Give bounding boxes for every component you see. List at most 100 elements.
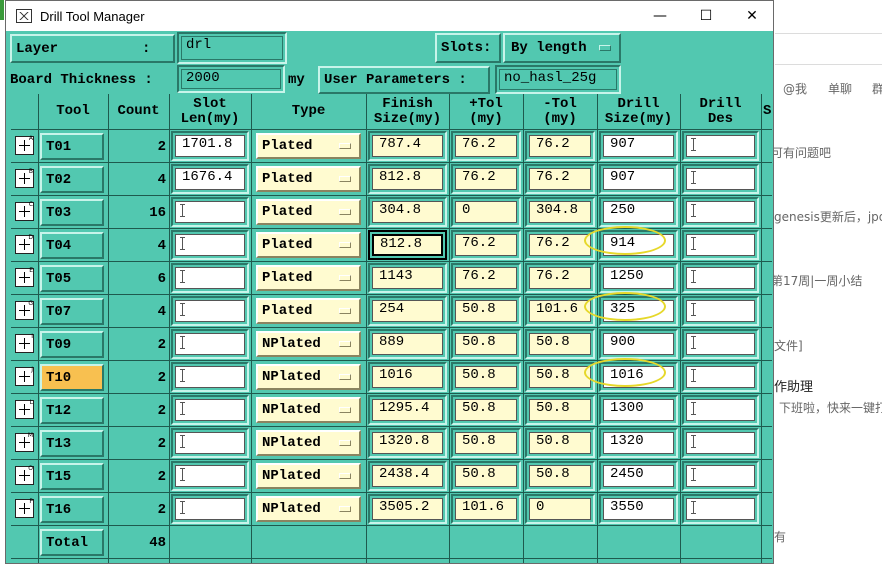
drill-des-input[interactable]: [686, 366, 755, 388]
minus-tol-input[interactable]: 76.2: [529, 168, 591, 190]
plus-tol-input[interactable]: 101.6: [455, 498, 517, 520]
slot-length-input[interactable]: [175, 399, 245, 421]
expand-icon[interactable]: A: [15, 136, 34, 155]
drill-size-input[interactable]: 250: [603, 201, 674, 223]
type-select[interactable]: NPlated: [256, 364, 361, 390]
minus-tol-input[interactable]: 76.2: [529, 234, 591, 256]
slot-length-input[interactable]: 1701.8: [175, 135, 245, 157]
finish-size-input[interactable]: 3505.2: [372, 498, 443, 520]
tool-button[interactable]: T12: [40, 397, 104, 424]
tool-button[interactable]: T07: [40, 298, 104, 325]
bg-tab-single[interactable]: 单聊: [828, 80, 852, 97]
type-select[interactable]: Plated: [256, 232, 361, 258]
minus-tol-input[interactable]: 76.2: [529, 135, 591, 157]
expand-icon[interactable]: B: [15, 169, 34, 188]
drill-des-input[interactable]: [686, 333, 755, 355]
tool-button[interactable]: T10: [40, 364, 104, 391]
expand-icon[interactable]: E: [15, 268, 34, 287]
minus-tol-input[interactable]: 50.8: [529, 333, 591, 355]
finish-size-input[interactable]: 889: [372, 333, 443, 355]
finish-size-input[interactable]: 1143: [372, 267, 443, 289]
plus-tol-input[interactable]: 76.2: [455, 135, 517, 157]
minus-tol-input[interactable]: 50.8: [529, 432, 591, 454]
minus-tol-input[interactable]: 101.6: [529, 300, 591, 322]
type-select[interactable]: Plated: [256, 298, 361, 324]
drill-size-input[interactable]: 907: [603, 168, 674, 190]
minus-tol-input[interactable]: 50.8: [529, 366, 591, 388]
finish-size-input[interactable]: 812.8: [372, 168, 443, 190]
tool-button[interactable]: T05: [40, 265, 104, 292]
slots-select[interactable]: By length: [503, 33, 621, 63]
expand-icon[interactable]: L: [15, 400, 34, 419]
drill-size-input[interactable]: 3550: [603, 498, 674, 520]
drill-size-input[interactable]: 2450: [603, 465, 674, 487]
plus-tol-input[interactable]: 50.8: [455, 333, 517, 355]
plus-tol-input[interactable]: 76.2: [455, 267, 517, 289]
drill-size-input[interactable]: 900: [603, 333, 674, 355]
slot-length-input[interactable]: [175, 234, 245, 256]
tool-button[interactable]: T13: [40, 430, 104, 457]
bg-contact-assistant[interactable]: 作助理: [774, 376, 813, 395]
finish-size-input[interactable]: 787.4: [372, 135, 443, 157]
user-parameters-button[interactable]: User Parameters :: [318, 66, 490, 94]
plus-tol-input[interactable]: 50.8: [455, 432, 517, 454]
tool-button[interactable]: T01: [40, 133, 104, 160]
drill-size-input[interactable]: 1250: [603, 267, 674, 289]
board-thickness-field[interactable]: 2000: [181, 69, 281, 89]
minus-tol-input[interactable]: 50.8: [529, 465, 591, 487]
type-select[interactable]: Plated: [256, 133, 361, 159]
minimize-button[interactable]: —: [637, 1, 683, 31]
drill-des-input[interactable]: [686, 135, 755, 157]
tool-button[interactable]: T15: [40, 463, 104, 490]
bg-tab-group[interactable]: 群: [872, 80, 882, 97]
finish-size-input[interactable]: 254: [372, 300, 443, 322]
drill-des-input[interactable]: [686, 234, 755, 256]
expand-icon[interactable]: J: [15, 367, 34, 386]
expand-icon[interactable]: C: [15, 202, 34, 221]
bg-tab-mentions[interactable]: @我: [783, 80, 807, 97]
tool-button[interactable]: T02: [40, 166, 104, 193]
type-select[interactable]: Plated: [256, 265, 361, 291]
plus-tol-input[interactable]: 50.8: [455, 300, 517, 322]
type-select[interactable]: NPlated: [256, 463, 361, 489]
drill-des-input[interactable]: [686, 498, 755, 520]
slot-length-input[interactable]: [175, 432, 245, 454]
drill-des-input[interactable]: [686, 300, 755, 322]
drill-des-input[interactable]: [686, 399, 755, 421]
slot-length-input[interactable]: [175, 333, 245, 355]
plus-tol-input[interactable]: 50.8: [455, 465, 517, 487]
tool-button[interactable]: T09: [40, 331, 104, 358]
tool-button[interactable]: T03: [40, 199, 104, 226]
finish-size-input[interactable]: 1295.4: [372, 399, 443, 421]
slot-length-input[interactable]: [175, 498, 245, 520]
plus-tol-input[interactable]: 50.8: [455, 399, 517, 421]
user-parameters-field[interactable]: no_hasl_25g: [499, 69, 617, 90]
finish-size-input[interactable]: 1016: [372, 366, 443, 388]
slot-length-input[interactable]: 1676.4: [175, 168, 245, 190]
drill-size-input[interactable]: 907: [603, 135, 674, 157]
expand-icon[interactable]: M: [15, 433, 34, 452]
drill-des-input[interactable]: [686, 168, 755, 190]
plus-tol-input[interactable]: 76.2: [455, 234, 517, 256]
plus-tol-input[interactable]: 50.8: [455, 366, 517, 388]
type-select[interactable]: NPlated: [256, 397, 361, 423]
finish-size-input[interactable]: 304.8: [372, 201, 443, 223]
maximize-button[interactable]: ☐: [683, 1, 729, 31]
slot-length-input[interactable]: [175, 465, 245, 487]
expand-icon[interactable]: D: [15, 235, 34, 254]
slot-length-input[interactable]: [175, 366, 245, 388]
type-select[interactable]: Plated: [256, 199, 361, 225]
layer-field[interactable]: drl: [181, 36, 283, 60]
plus-tol-input[interactable]: 0: [455, 201, 517, 223]
type-select[interactable]: Plated: [256, 166, 361, 192]
plus-tol-input[interactable]: 76.2: [455, 168, 517, 190]
drill-des-input[interactable]: [686, 267, 755, 289]
expand-icon[interactable]: O: [15, 466, 34, 485]
tool-button[interactable]: T04: [40, 232, 104, 259]
drill-size-input[interactable]: 1320: [603, 432, 674, 454]
expand-icon[interactable]: I: [15, 334, 34, 353]
finish-size-input[interactable]: 1320.8: [372, 432, 443, 454]
expand-icon[interactable]: P: [15, 499, 34, 518]
minus-tol-input[interactable]: 76.2: [529, 267, 591, 289]
minus-tol-input[interactable]: 0: [529, 498, 591, 520]
